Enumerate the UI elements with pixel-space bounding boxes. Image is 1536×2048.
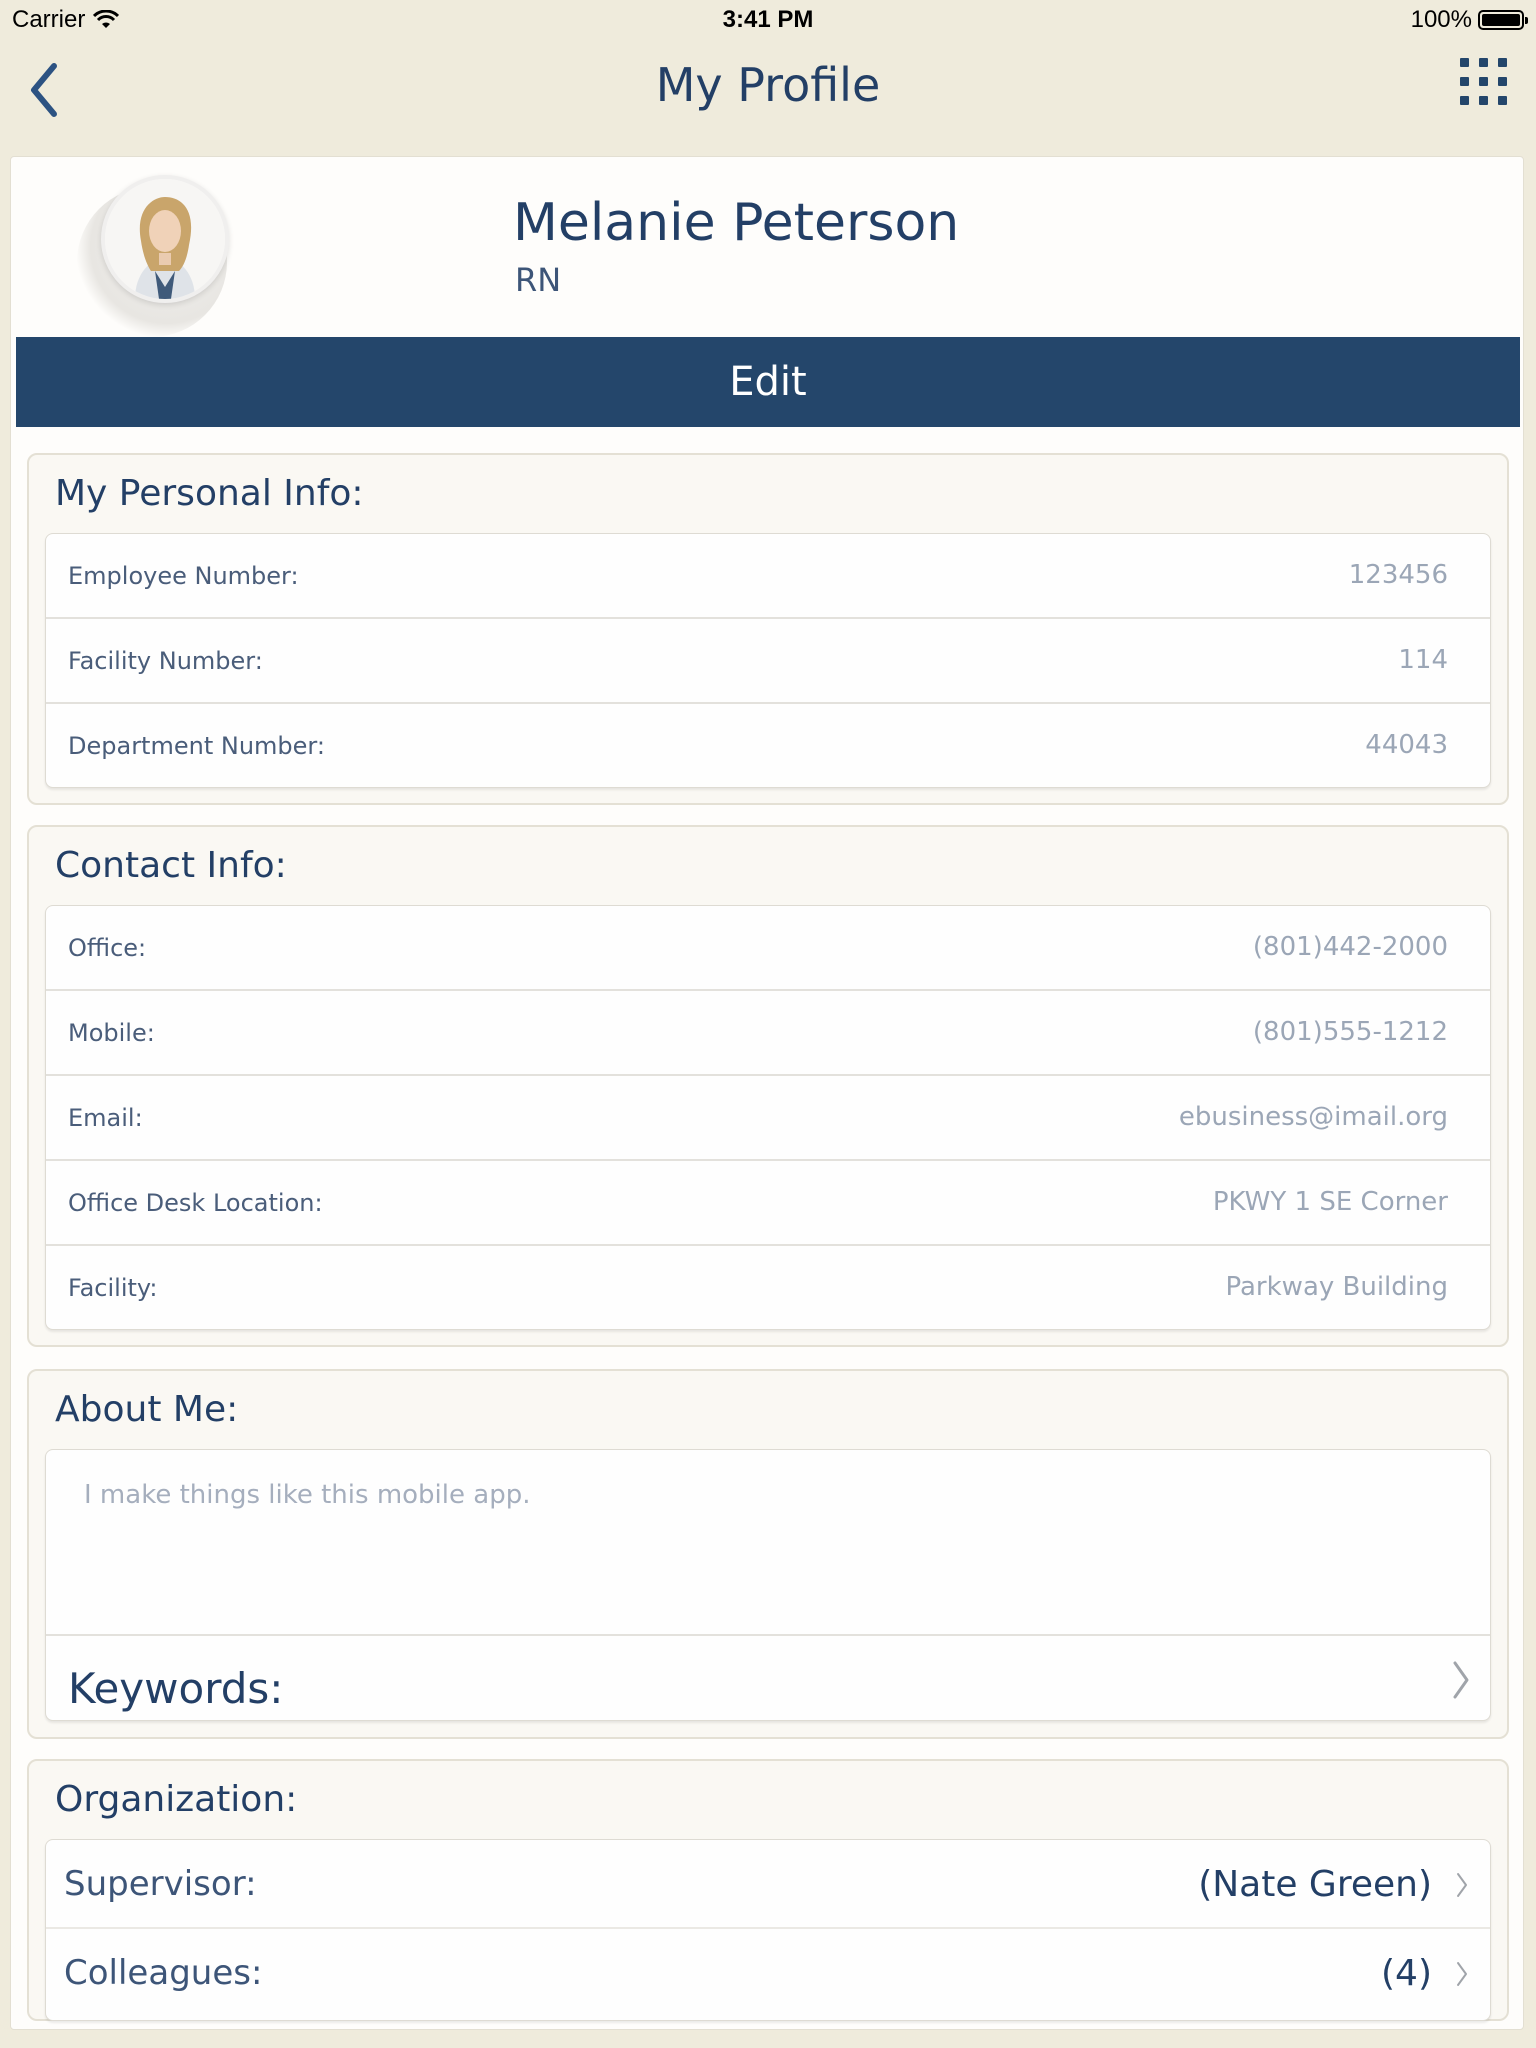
- row-value: Parkway Building: [1225, 1272, 1448, 1302]
- supervisor-name: (Nate Green): [1198, 1864, 1432, 1905]
- organization-section: Organization: Supervisor: (Nate Green) C…: [27, 1759, 1509, 2021]
- chevron-right-icon: [1457, 1962, 1467, 1986]
- organization-list: Supervisor: (Nate Green) Colleagues: (4): [45, 1839, 1491, 2021]
- section-title: My Personal Info:: [55, 473, 364, 514]
- row-value: PKWY 1 SE Corner: [1212, 1187, 1448, 1217]
- list-item: Office: (801)442-2000: [46, 906, 1490, 991]
- colleagues-row[interactable]: Colleagues: (4): [46, 1929, 1490, 2018]
- about-me-text[interactable]: I make things like this mobile app.: [84, 1480, 530, 1510]
- battery-percent: 100%: [1410, 6, 1472, 33]
- row-label: Facility:: [68, 1274, 158, 1302]
- chevron-right-icon: [1457, 1873, 1467, 1897]
- page-title: My Profile: [655, 58, 881, 112]
- profile-photo: [105, 179, 225, 299]
- personal-info-list: Employee Number: 123456 Facility Number:…: [45, 533, 1491, 788]
- avatar[interactable]: [101, 175, 229, 303]
- grid-menu-button[interactable]: [1460, 58, 1508, 110]
- row-label: Office Desk Location:: [68, 1189, 323, 1217]
- row-label: Email:: [68, 1104, 143, 1132]
- grid-menu-icon: [1460, 58, 1507, 105]
- status-time: 3:41 PM: [722, 6, 814, 33]
- chevron-right-icon: [1453, 1661, 1469, 1699]
- supervisor-row[interactable]: Supervisor: (Nate Green): [46, 1840, 1490, 1929]
- list-item: Mobile: (801)555-1212: [46, 991, 1490, 1076]
- profile-name: Melanie Peterson: [513, 193, 960, 253]
- edit-button[interactable]: Edit: [16, 337, 1520, 427]
- battery-icon: [1478, 10, 1528, 30]
- status-right: 100%: [1410, 6, 1528, 34]
- contact-info-list: Office: (801)442-2000 Mobile: (801)555-1…: [45, 905, 1491, 1330]
- row-label: Mobile:: [68, 1019, 155, 1047]
- keywords-row[interactable]: Keywords:: [46, 1634, 1490, 1718]
- list-item: Email: ebusiness@imail.org: [46, 1076, 1490, 1161]
- profile-role: RN: [515, 261, 562, 299]
- status-bar: Carrier 3:41 PM 100%: [0, 0, 1536, 40]
- row-label: Facility Number:: [68, 647, 263, 675]
- mobile-phone[interactable]: (801)555-1212: [1253, 1017, 1448, 1047]
- colleagues-count: (4): [1381, 1953, 1432, 1994]
- row-label: Office:: [68, 934, 147, 962]
- section-title: Organization:: [55, 1779, 298, 1820]
- list-item: Employee Number: 123456: [46, 534, 1490, 619]
- list-item: Facility Number: 114: [46, 619, 1490, 704]
- row-value: 114: [1398, 645, 1448, 675]
- profile-card: Melanie Peterson RN Edit My Personal Inf…: [10, 156, 1524, 2030]
- keywords-label: Keywords:: [68, 1664, 284, 1713]
- list-item: Office Desk Location: PKWY 1 SE Corner: [46, 1161, 1490, 1246]
- contact-info-section: Contact Info: Office: (801)442-2000 Mobi…: [27, 825, 1509, 1347]
- list-item: Department Number: 44043: [46, 704, 1490, 787]
- row-label: Employee Number:: [68, 562, 299, 590]
- list-item: Facility: Parkway Building: [46, 1246, 1490, 1329]
- row-label: Colleagues:: [64, 1953, 263, 1993]
- row-value: 123456: [1348, 560, 1448, 590]
- personal-info-section: My Personal Info: Employee Number: 12345…: [27, 453, 1509, 805]
- about-me-section: About Me: I make things like this mobile…: [27, 1369, 1509, 1739]
- about-me-panel: I make things like this mobile app. Keyw…: [45, 1449, 1491, 1721]
- avatar-container: [71, 175, 241, 337]
- section-title: Contact Info:: [55, 845, 287, 886]
- row-value: 44043: [1365, 730, 1448, 760]
- row-label: Supervisor:: [64, 1864, 257, 1904]
- email-link[interactable]: ebusiness@imail.org: [1179, 1102, 1448, 1132]
- office-phone[interactable]: (801)442-2000: [1253, 932, 1448, 962]
- section-title: About Me:: [55, 1389, 239, 1430]
- navigation-bar: My Profile: [0, 40, 1536, 150]
- row-label: Department Number:: [68, 732, 325, 760]
